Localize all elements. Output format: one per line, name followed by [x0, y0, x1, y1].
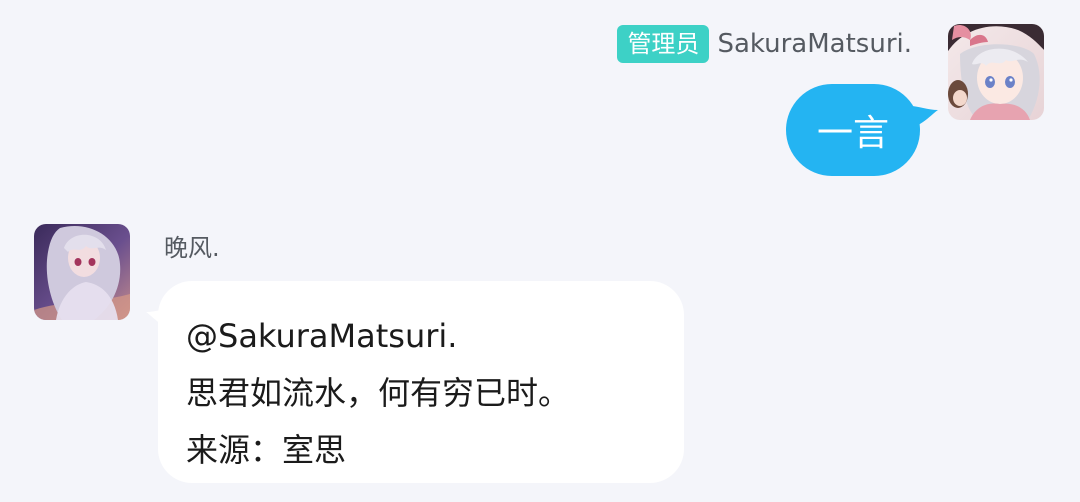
bubble-tail-icon	[910, 106, 938, 128]
sender-name[interactable]: SakuraMatsuri.	[717, 29, 912, 59]
sender-avatar[interactable]	[948, 24, 1044, 120]
message-bubble[interactable]: 一言	[786, 84, 920, 176]
sender-avatar[interactable]	[34, 224, 130, 320]
anime-girl-avatar-icon	[948, 24, 1044, 120]
message-text-line: 思君如流水，何有穷已时。	[186, 374, 571, 412]
message-text: 一言	[816, 113, 889, 154]
admin-role-badge: 管理员	[617, 25, 710, 63]
sender-info: 管理员 SakuraMatsuri.	[617, 24, 912, 64]
mention-text[interactable]: @SakuraMatsuri.	[186, 308, 658, 365]
sender-name[interactable]: 晚风.	[164, 228, 220, 263]
message-source-line: 来源：室思	[186, 431, 347, 469]
message-bubble[interactable]: @SakuraMatsuri. 思君如流水，何有穷已时。 来源：室思	[158, 281, 684, 483]
anime-girl-avatar-icon	[34, 224, 130, 320]
